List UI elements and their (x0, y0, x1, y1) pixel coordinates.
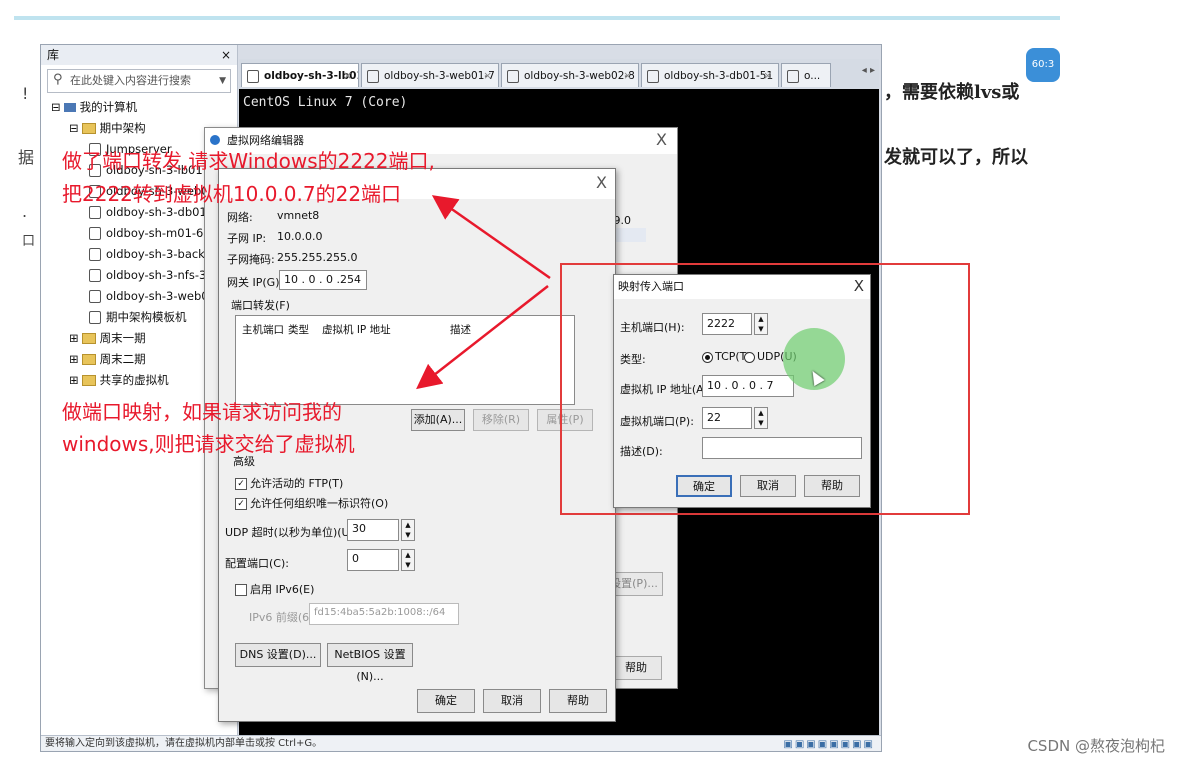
annotation-top-line2: 把2222转到虚拟机10.0.0.7的22端口 (62, 182, 402, 206)
arrow-to-bottom-note (416, 285, 549, 390)
annotation-bottom-line2: windows,则把请求交给了虚拟机 (62, 432, 355, 456)
annotation-bottom-line1: 做端口映射，如果请求访问我的 (62, 400, 342, 424)
annotation-arrows (416, 195, 551, 390)
arrow-to-top-note (431, 195, 551, 280)
annotation-top-line1: 做了端口转发,请求Windows的2222端口, (62, 149, 435, 173)
